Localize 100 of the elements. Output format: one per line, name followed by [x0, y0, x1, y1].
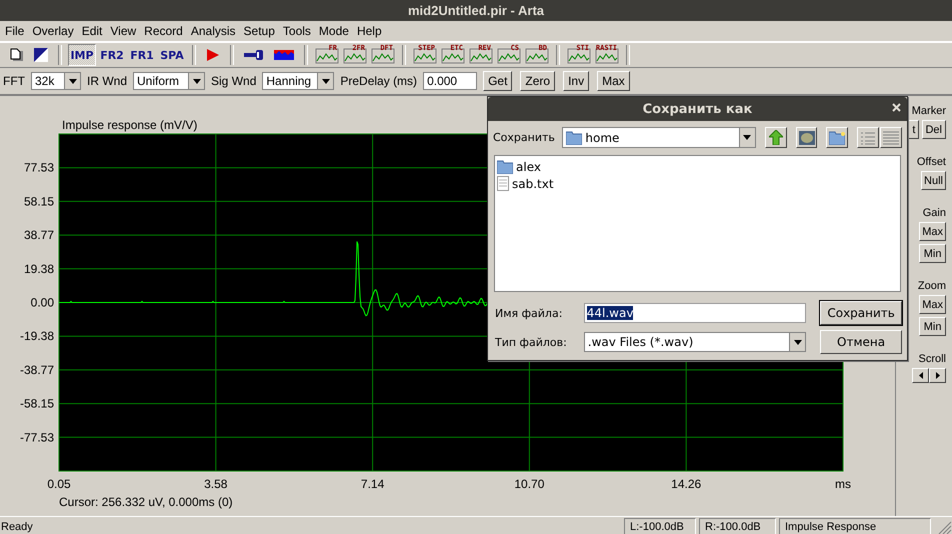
mode-button[interactable]: FR2 [98, 44, 126, 66]
mode-button[interactable]: SPA [158, 44, 186, 66]
mode-button[interactable]: IMP [68, 44, 96, 66]
menu-item[interactable]: View [108, 24, 142, 38]
new-folder-button[interactable] [826, 127, 848, 148]
param-field[interactable]: 0.000 [423, 72, 478, 90]
status-panel: L:-100.0dB [624, 518, 696, 534]
location-dropdown[interactable]: home [562, 127, 756, 148]
x-tick-label: 14.26 [671, 477, 702, 491]
graph-icon [371, 46, 395, 64]
drive-button[interactable] [796, 127, 818, 148]
menu-item[interactable]: Overlay [30, 24, 80, 38]
list-icon [861, 130, 876, 144]
graph-icon [595, 46, 619, 64]
graph-icon [343, 46, 367, 64]
param-dropdown[interactable]: Hanning [262, 72, 334, 90]
graph-icon [315, 46, 339, 64]
filename-text: 44l.wav [586, 306, 634, 320]
up-arrow-icon [768, 130, 783, 145]
graph-icon [413, 46, 437, 64]
panel-button[interactable]: Min [919, 317, 946, 336]
menu-item[interactable]: File [3, 24, 30, 38]
details-icon [883, 130, 900, 144]
panel-button[interactable]: Min [919, 244, 946, 263]
panel-button[interactable]: Del [922, 120, 946, 139]
param-button[interactable]: Get [483, 71, 512, 91]
right-arrow-icon [936, 372, 940, 379]
folder-icon [566, 130, 582, 144]
list-view-button[interactable] [857, 127, 880, 148]
panel-button[interactable]: Max [919, 295, 946, 314]
x-tick-label: 3.58 [204, 477, 228, 491]
window-title: mid2Untitled.pir - Arta [408, 3, 544, 18]
x-unit-label: ms [835, 477, 851, 491]
disc-icon [798, 130, 815, 144]
param-button[interactable]: Max [597, 71, 630, 91]
filename-field[interactable]: 44l.wav [584, 303, 806, 323]
menu-item[interactable]: Setup [242, 24, 281, 38]
y-tick-label: -58.15 [20, 396, 54, 411]
document-icon [497, 176, 509, 191]
mode-button[interactable]: FR1 [128, 44, 156, 66]
file-type-dropdown[interactable]: .wav Files (*.wav) [584, 332, 806, 352]
scroll-right-button[interactable] [929, 368, 946, 383]
cursor-readout: Cursor: 256.332 uV, 0.000ms (0) [59, 495, 233, 509]
panel-group-title: Marker [912, 105, 946, 117]
cancel-button[interactable]: Отмена [820, 330, 902, 354]
x-tick-label: 7.14 [360, 477, 384, 491]
dialog-title: Сохранить как [642, 102, 752, 116]
menu-item[interactable]: Edit [80, 24, 108, 38]
y-tick-label: 77.53 [24, 160, 54, 175]
y-tick-label: 38.77 [24, 228, 54, 242]
graph-icon [497, 46, 521, 64]
file-type-label: Тип файлов: [495, 336, 568, 348]
param-dropdown[interactable]: 32k [31, 72, 81, 90]
param-label: Sig Wnd [211, 74, 256, 88]
folder-entry[interactable]: alex [516, 160, 541, 174]
status-panel: R:-100.0dB [699, 518, 776, 534]
y-tick-label: -38.77 [20, 362, 54, 377]
y-tick-label: 58.15 [24, 194, 54, 208]
graph-icon [469, 46, 493, 64]
param-dropdown[interactable]: Uniform [133, 72, 206, 90]
details-view-button[interactable] [880, 127, 902, 148]
status-panel: Impulse Response [779, 518, 931, 534]
y-tick-label: 19.38 [24, 262, 54, 276]
save-button[interactable]: Сохранить [820, 301, 902, 325]
filename-label: Имя файла: [495, 306, 564, 320]
document-entry[interactable]: sab.txt [512, 176, 554, 190]
panel-button[interactable]: Null [921, 171, 946, 190]
param-button[interactable]: Inv [563, 71, 590, 91]
up-folder-button[interactable] [764, 127, 787, 148]
panel-button[interactable]: Max [919, 222, 946, 241]
panel-group-title: Scroll [918, 353, 946, 365]
probe-icon [244, 50, 264, 60]
status-message: Ready [0, 520, 34, 532]
graph-icon [567, 46, 591, 64]
page-icon [10, 48, 24, 62]
x-tick-label: 0.05 [47, 477, 71, 491]
panel-group-title: Gain [922, 207, 946, 219]
y-tick-label: 0.00 [30, 296, 54, 310]
left-arrow-icon [918, 372, 922, 379]
param-label: FFT [3, 74, 25, 88]
y-tick-label: -19.38 [20, 329, 54, 344]
param-button[interactable]: Zero [520, 71, 556, 91]
spectrum-icon [274, 50, 294, 60]
plot-title: Impulse response (mV/V) [62, 118, 198, 132]
panel-group-title: Zoom [918, 280, 946, 292]
param-label: PreDelay (ms) [340, 74, 418, 88]
y-tick-label: -77.53 [20, 430, 54, 444]
graph-icon [441, 46, 465, 64]
scroll-left-button[interactable] [912, 368, 929, 383]
folder-icon [829, 130, 846, 144]
menu-item[interactable]: Help [354, 24, 388, 38]
graph-icon [525, 46, 549, 64]
menu-item[interactable]: Mode [316, 24, 355, 38]
x-tick-label: 10.70 [514, 477, 544, 491]
menu-item[interactable]: Tools [280, 24, 317, 38]
menu-item[interactable]: Analysis [188, 24, 242, 38]
close-icon [892, 103, 901, 112]
folder-icon [497, 160, 513, 174]
menu-item[interactable]: Record [142, 24, 189, 38]
overlay-icon [34, 48, 48, 62]
